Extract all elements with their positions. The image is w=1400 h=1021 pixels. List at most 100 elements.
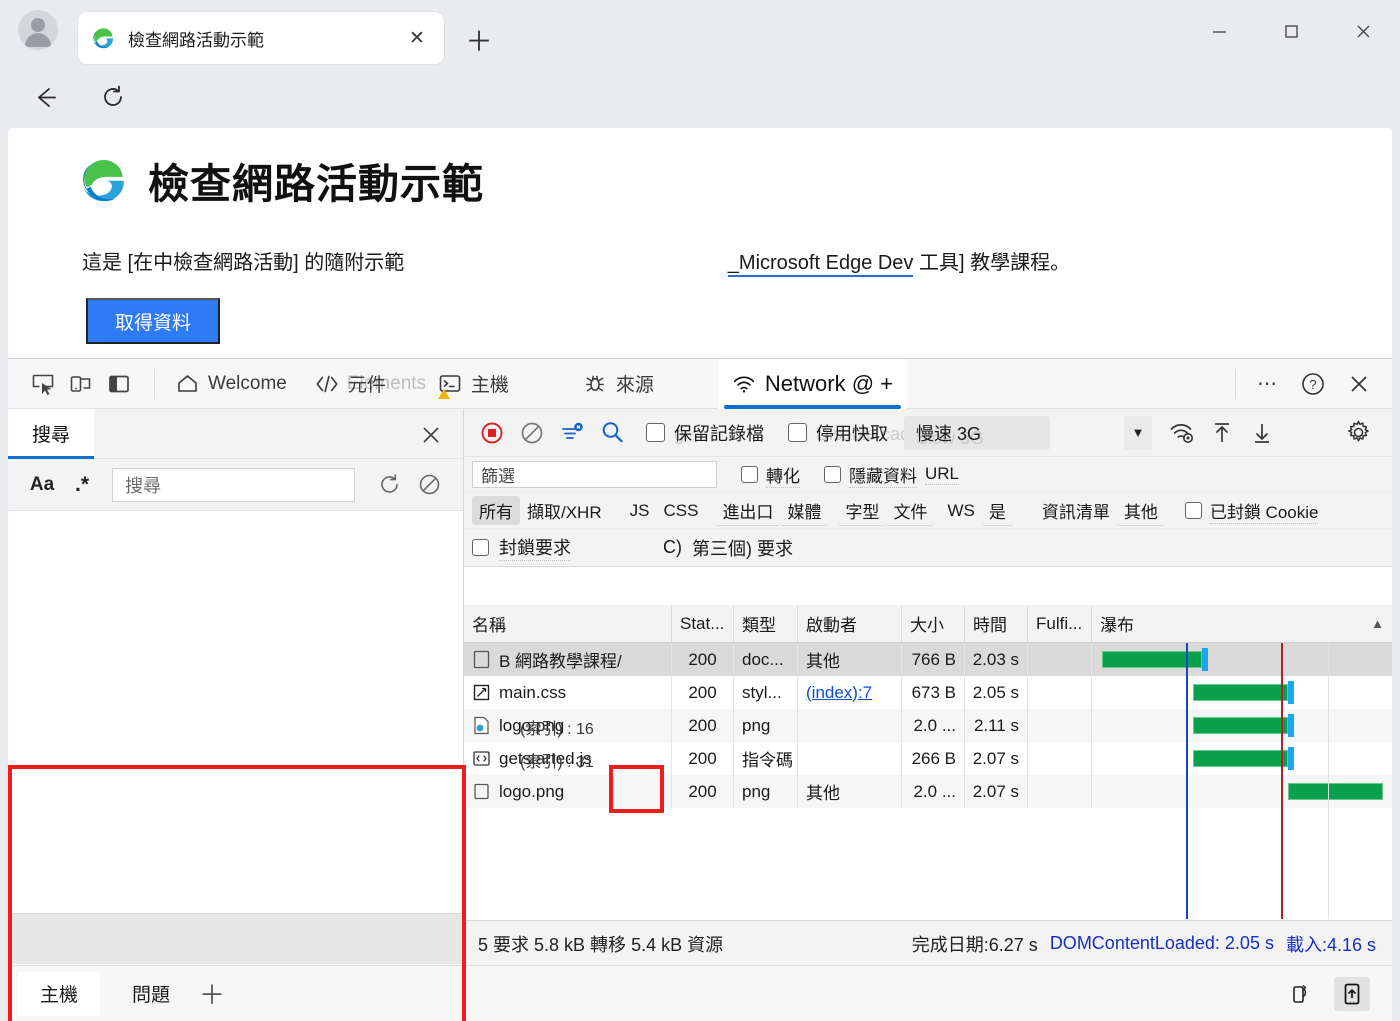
- drawer-add-tab-button[interactable]: ＋: [192, 974, 232, 1014]
- column-header-time[interactable]: 時間: [965, 605, 1028, 642]
- search-drawer-tabbar: 搜尋: [8, 408, 463, 459]
- type-filter-all[interactable]: 所有: [472, 496, 520, 525]
- settings-gear-icon[interactable]: [1338, 413, 1378, 453]
- inspect-element-icon[interactable]: [26, 367, 60, 401]
- devtools-tabbar: Welcome Elements 元件 主機 來源 Network @ + ⋯ …: [8, 358, 1392, 409]
- row-name-cell[interactable]: logo.png: [464, 775, 672, 808]
- browser-tab[interactable]: 檢查網路活動示範 ✕: [78, 12, 444, 64]
- drawer-tab-console[interactable]: 主機: [18, 971, 101, 1016]
- hide-data-urls-checkbox[interactable]: 隱藏資料 URL: [824, 462, 960, 488]
- devtools-tab-console[interactable]: 主機: [424, 359, 523, 409]
- network-wifi-icon: [732, 372, 756, 396]
- devtools-more-icon[interactable]: ⋯: [1248, 365, 1286, 403]
- drawer-tab-issues[interactable]: 問題: [110, 972, 192, 1016]
- row-name-cell[interactable]: getstarted.js (索引) : 31: [464, 742, 672, 775]
- table-row[interactable]: logo.png (索引) : 16 200 png 2.0 ... 2.11 …: [464, 709, 1392, 742]
- browser-titlebar: 檢查網路活動示範 ✕ ＋: [0, 0, 1400, 68]
- clear-circle-icon[interactable]: [512, 413, 552, 453]
- disable-cache-checkbox[interactable]: 停用快取 Disable cache: [788, 420, 929, 446]
- third-party-label: 第三個) 要求: [692, 538, 793, 559]
- blocked-cookies-checkbox[interactable]: 已封鎖 Cookie: [1184, 498, 1319, 524]
- devtools-tab-welcome[interactable]: Welcome: [161, 359, 301, 409]
- column-header-name[interactable]: 名稱: [464, 605, 672, 642]
- preserve-log-box[interactable]: [646, 423, 665, 442]
- search-drawer-close-icon[interactable]: [417, 421, 445, 449]
- devtools-help-icon[interactable]: ?: [1294, 365, 1332, 403]
- regex-button[interactable]: .*: [62, 466, 102, 504]
- refresh-icon[interactable]: [369, 466, 409, 504]
- row-name-cell[interactable]: main.css: [464, 676, 672, 709]
- device-rotate-icon[interactable]: [1282, 977, 1318, 1011]
- row-name-text: getstarted.js: [499, 748, 592, 768]
- hide-data-urls-box[interactable]: [824, 466, 841, 483]
- network-filter-input[interactable]: 篩選: [472, 461, 717, 488]
- row-type: styl...: [734, 676, 798, 709]
- network-filter-row: 篩選 轉化 隱藏資料 URL: [464, 457, 1392, 493]
- table-row[interactable]: B 網路教學課程/ 200 doc... 其他 766 B 2.03 s: [464, 643, 1392, 676]
- new-tab-button[interactable]: ＋: [462, 22, 496, 57]
- blocked-cookies-box[interactable]: [1184, 502, 1202, 519]
- type-filter-ws[interactable]: WS: [940, 499, 981, 523]
- summary-finish: 完成日期:6.27 s: [911, 934, 1038, 955]
- column-header-fulfilled[interactable]: Fulfi...: [1028, 605, 1092, 642]
- clear-icon[interactable]: [409, 466, 449, 504]
- profile-avatar[interactable]: [18, 10, 58, 50]
- network-search-icon[interactable]: [592, 413, 632, 453]
- devtools-bottom-drawer: 主機 問題 ＋: [8, 965, 1392, 1021]
- tab-close-icon[interactable]: ✕: [404, 25, 430, 51]
- match-case-button[interactable]: Aa: [22, 466, 62, 504]
- back-button[interactable]: [24, 76, 66, 118]
- type-filter-wasm[interactable]: 是: [981, 496, 1013, 526]
- column-header-waterfall[interactable]: 瀑布 ▲: [1092, 605, 1392, 642]
- table-row[interactable]: main.css 200 styl... (index):7 673 B 2.0…: [464, 676, 1392, 709]
- sort-caret-icon[interactable]: ▲: [1371, 616, 1384, 631]
- devtools-tab-elements[interactable]: Elements 元件: [301, 359, 426, 409]
- type-filter-manifest[interactable]: 資訊清單: [1035, 496, 1117, 525]
- search-drawer-tab[interactable]: 搜尋: [8, 408, 95, 459]
- column-header-status[interactable]: Stat...: [672, 605, 734, 642]
- filter-remove-icon[interactable]: [552, 413, 592, 453]
- row-name-cell[interactable]: B 網路教學課程/: [464, 643, 672, 676]
- row-initiator[interactable]: (index):7: [798, 676, 902, 709]
- search-input[interactable]: 搜尋: [112, 467, 355, 502]
- preserve-log-checkbox[interactable]: 保留記錄檔 g: [646, 420, 764, 446]
- type-filter-media[interactable]: 媒體: [780, 496, 829, 526]
- invert-filter-box[interactable]: [741, 466, 758, 483]
- window-close-button[interactable]: [1340, 10, 1386, 52]
- table-row[interactable]: logo.png 200 png 其他 2.0 ... 2.07 s: [464, 775, 1392, 808]
- type-filter-css[interactable]: CSS: [656, 499, 705, 523]
- type-filter-js[interactable]: JS: [623, 499, 657, 523]
- get-data-button[interactable]: 取得資料: [86, 298, 220, 344]
- devtools-tab-network[interactable]: Network @ +: [717, 358, 907, 409]
- throttle-dropdown[interactable]: 慢速 3G Slow 3G: [904, 415, 1050, 450]
- type-filter-doc[interactable]: 文件: [886, 496, 935, 526]
- dock-side-icon[interactable]: [102, 367, 136, 401]
- record-stop-icon[interactable]: [472, 413, 512, 453]
- invert-filter-checkbox[interactable]: 轉化: [741, 462, 800, 488]
- type-filter-other[interactable]: 其他: [1116, 496, 1165, 526]
- column-header-initiator[interactable]: 啟動者: [798, 605, 902, 642]
- share-export-icon[interactable]: [1334, 976, 1370, 1011]
- blocked-requests-box[interactable]: [472, 539, 489, 556]
- disable-cache-box[interactable]: [788, 423, 807, 442]
- device-emulation-icon[interactable]: [64, 367, 98, 401]
- row-name-cell[interactable]: logo.png (索引) : 16: [464, 709, 672, 742]
- devtools-tab-sources[interactable]: 來源: [569, 359, 668, 409]
- paragraph-link[interactable]: _Microsoft Edge Dev: [727, 252, 914, 277]
- throttle-caret-icon[interactable]: ▼: [1124, 415, 1152, 450]
- devtools-close-icon[interactable]: [1340, 365, 1378, 403]
- import-har-icon[interactable]: [1202, 413, 1242, 453]
- reload-button[interactable]: [92, 76, 134, 118]
- export-har-icon[interactable]: [1242, 413, 1282, 453]
- type-filter-import[interactable]: 進出口: [715, 496, 781, 526]
- initiator-link[interactable]: (index):7: [806, 683, 872, 703]
- column-header-size[interactable]: 大小: [902, 605, 965, 642]
- window-maximize-button[interactable]: [1268, 10, 1314, 52]
- table-row[interactable]: getstarted.js (索引) : 31 200 指令碼 266 B 2.…: [464, 742, 1392, 775]
- network-conditions-icon[interactable]: [1162, 413, 1202, 453]
- window-minimize-button[interactable]: [1196, 10, 1242, 52]
- column-header-type[interactable]: 類型: [734, 605, 798, 642]
- type-filter-fetch-xhr[interactable]: 擷取/XHR: [520, 496, 609, 525]
- type-filter-font[interactable]: 字型: [838, 496, 887, 526]
- search-drawer: 搜尋 Aa .* 搜尋: [8, 408, 463, 966]
